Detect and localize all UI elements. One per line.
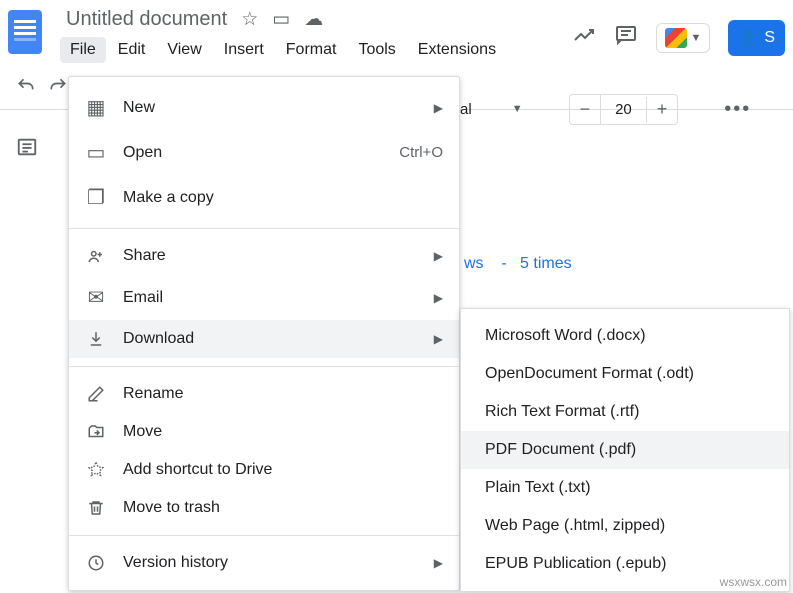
comment-icon[interactable]: [614, 23, 638, 54]
docs-logo[interactable]: [8, 10, 48, 60]
cloud-saved-icon[interactable]: ☁: [304, 8, 323, 31]
chevron-right-icon: ▶: [434, 101, 443, 115]
share-button[interactable]: 👤 S: [728, 20, 785, 56]
move-folder-icon[interactable]: ▭: [272, 8, 290, 31]
download-txt[interactable]: Plain Text (.txt): [461, 469, 789, 507]
menu-view[interactable]: View: [157, 37, 211, 63]
chevron-right-icon: ▶: [434, 291, 443, 305]
menu-extensions[interactable]: Extensions: [408, 37, 506, 63]
document-title[interactable]: Untitled document: [66, 8, 227, 31]
chevron-down-icon: ▼: [691, 32, 702, 44]
undo-icon[interactable]: [10, 72, 42, 106]
menu-open[interactable]: ▭ Open Ctrl+O: [69, 130, 459, 175]
document-body-text: ws - 5 times: [464, 255, 572, 273]
star-icon[interactable]: ☆: [241, 8, 258, 31]
shortcut-label: Ctrl+O: [399, 144, 443, 161]
download-rtf[interactable]: Rich Text Format (.rtf): [461, 393, 789, 431]
menu-insert[interactable]: Insert: [214, 37, 274, 63]
menu-rename[interactable]: Rename: [69, 375, 459, 413]
person-icon: 👤: [738, 28, 758, 48]
download-docx[interactable]: Microsoft Word (.docx): [461, 317, 789, 355]
chevron-right-icon: ▶: [434, 556, 443, 570]
menu-download[interactable]: Download ▶: [69, 320, 459, 358]
move-icon: [85, 423, 107, 441]
menu-move[interactable]: Move: [69, 413, 459, 451]
download-icon: [85, 330, 107, 348]
download-pdf[interactable]: PDF Document (.pdf): [461, 431, 789, 469]
download-html[interactable]: Web Page (.html, zipped): [461, 507, 789, 545]
download-submenu: Microsoft Word (.docx) OpenDocument Form…: [460, 308, 790, 592]
zoom-out-button[interactable]: −: [570, 95, 602, 124]
folder-icon: ▭: [85, 140, 107, 165]
more-icon[interactable]: •••: [718, 94, 757, 125]
email-icon: ✉: [85, 285, 107, 310]
menu-edit[interactable]: Edit: [108, 37, 156, 63]
file-dropdown: ▦ New ▶ ▭ Open Ctrl+O ❐ Make a copy Shar…: [68, 76, 460, 591]
meet-button[interactable]: ▼: [656, 23, 711, 53]
menu-tools[interactable]: Tools: [348, 37, 405, 63]
share-icon: [85, 247, 107, 265]
menu-format[interactable]: Format: [276, 37, 347, 63]
separator: [69, 366, 459, 367]
menubar: File Edit View Insert Format Tools Exten…: [60, 31, 572, 63]
font-selector[interactable]: al ▼ − 20 + •••: [460, 92, 793, 126]
separator: [69, 228, 459, 229]
header: Untitled document ☆ ▭ ☁ File Edit View I…: [0, 0, 793, 68]
shortcut-icon: [85, 461, 107, 479]
separator: [69, 535, 459, 536]
download-odt[interactable]: OpenDocument Format (.odt): [461, 355, 789, 393]
rename-icon: [85, 385, 107, 403]
menu-email[interactable]: ✉ Email ▶: [69, 275, 459, 320]
menu-add-shortcut[interactable]: Add shortcut to Drive: [69, 451, 459, 489]
menu-share[interactable]: Share ▶: [69, 237, 459, 275]
outline-icon[interactable]: [16, 136, 38, 164]
menu-new[interactable]: ▦ New ▶: [69, 85, 459, 130]
menu-version-history[interactable]: Version history ▶: [69, 544, 459, 582]
trash-icon: [85, 499, 107, 517]
title-area: Untitled document ☆ ▭ ☁ File Edit View I…: [60, 8, 572, 63]
zoom-in-button[interactable]: +: [647, 95, 678, 124]
menu-file[interactable]: File: [60, 37, 106, 63]
zoom-value[interactable]: 20: [601, 97, 647, 122]
copy-icon: ❐: [85, 185, 107, 210]
share-label: S: [764, 29, 775, 47]
menu-move-trash[interactable]: Move to trash: [69, 489, 459, 527]
chevron-right-icon: ▶: [434, 249, 443, 263]
chevron-down-icon: ▼: [512, 103, 523, 115]
history-icon: [85, 554, 107, 572]
watermark: wsxwsx.com: [720, 575, 787, 589]
activity-icon[interactable]: [572, 23, 596, 54]
document-icon: ▦: [85, 95, 107, 120]
menu-make-copy[interactable]: ❐ Make a copy: [69, 175, 459, 220]
chevron-right-icon: ▶: [434, 332, 443, 346]
zoom-group: − 20 +: [569, 94, 679, 125]
